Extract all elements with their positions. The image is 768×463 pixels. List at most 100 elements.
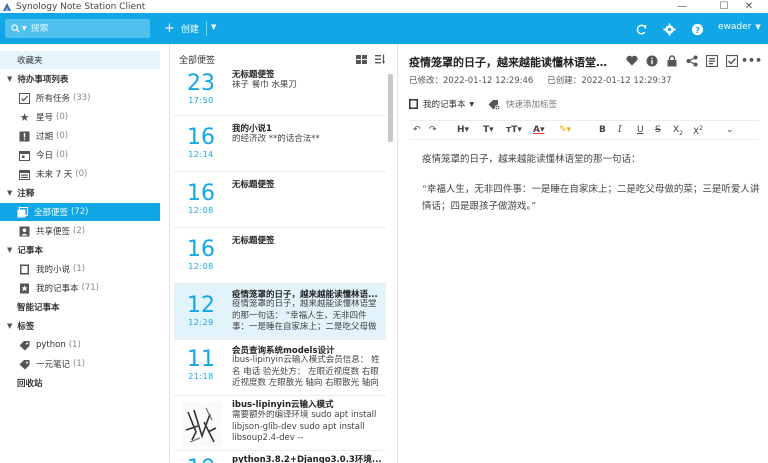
superscript-icon[interactable]: X2 bbox=[693, 125, 703, 137]
checkbox-icon bbox=[19, 92, 30, 104]
note-date: 16 12:08 bbox=[174, 182, 228, 216]
note-body-paragraph: 疫情笼罩的日子，越来越能读懂林语堂的那一句话： bbox=[422, 154, 641, 165]
note-list-item[interactable]: 16 12:14 我的小说1 的经济改 **的话合法** bbox=[174, 116, 386, 172]
nav-trash[interactable]: 回收站 bbox=[0, 374, 170, 392]
quick-add-tag[interactable]: 快速添加标签 bbox=[488, 98, 557, 110]
help-icon[interactable]: ? bbox=[690, 22, 704, 36]
collapse-triangle-icon: ▼ bbox=[7, 189, 13, 197]
nav-section-todo-label: 待办事项列表 bbox=[17, 75, 69, 85]
notebook-selector[interactable]: 我的记事本 ▼ bbox=[409, 98, 474, 110]
user-menu[interactable]: ewader ▼ bbox=[718, 22, 761, 32]
more-formatting-icon[interactable]: ⌄ bbox=[726, 125, 734, 135]
nav-section-tags[interactable]: ▼ 标签 bbox=[0, 317, 170, 335]
note-list-scrollbar[interactable] bbox=[388, 74, 393, 142]
nav-all-tasks[interactable]: 所有任务 (33) bbox=[0, 89, 170, 107]
nav-all-notes[interactable]: 全部便签 (72) bbox=[0, 203, 160, 221]
nav-favorites[interactable]: 收藏夹 bbox=[0, 51, 160, 69]
nav-tag-python[interactable]: python (1) bbox=[0, 336, 170, 354]
note-date: 11 21:18 bbox=[174, 347, 228, 382]
nav-shared-notes-count: (2) bbox=[73, 226, 86, 236]
nav-notebook-novel[interactable]: 我的小说 (1) bbox=[0, 260, 170, 278]
nav-tag-yiyuan-count: (1) bbox=[73, 359, 86, 369]
note-list-item[interactable]: ibus-lipinyin云输入模式 需要额外的编译环境 sudo apt in… bbox=[174, 396, 386, 451]
more-options-icon[interactable]: ••• bbox=[741, 54, 762, 67]
nav-smart-notebooks[interactable]: 智能记事本 bbox=[0, 298, 170, 316]
created-label: 已创建： bbox=[547, 76, 582, 86]
nav-notebook-novel-label: 我的小说 bbox=[36, 265, 71, 275]
note-date: 10 bbox=[174, 457, 228, 463]
font-icon[interactable]: T▾ bbox=[483, 125, 494, 135]
strikethrough-icon[interactable]: S bbox=[655, 125, 661, 135]
subscript-icon[interactable]: X2 bbox=[673, 125, 683, 137]
nav-section-notebooks[interactable]: ▼ 记事本 bbox=[0, 241, 170, 259]
nav-section-todo[interactable]: ▼ 待办事项列表 bbox=[0, 70, 170, 88]
window-title: Synology Note Station Client bbox=[16, 1, 146, 12]
notes-stack-icon bbox=[17, 206, 28, 218]
search-box[interactable]: ▼ bbox=[5, 19, 150, 38]
note-list-item[interactable]: 16 12:08 无标题便签 bbox=[174, 172, 386, 228]
bold-icon[interactable]: B bbox=[599, 125, 606, 135]
nav-tag-python-count: (1) bbox=[68, 340, 81, 350]
note-day: 11 bbox=[187, 347, 215, 372]
search-icon bbox=[11, 24, 20, 33]
nav-tag-yiyuan[interactable]: 一元笔记 (1) bbox=[0, 355, 170, 373]
note-list: 全部便签 23 17:50 无标题便签 袜子 餐巾 水果刀 16 12:14 我… bbox=[170, 44, 398, 463]
nav-overdue-label: 过期 bbox=[36, 132, 54, 142]
note-day: 10 bbox=[174, 457, 228, 463]
note-title: 无标题便签 bbox=[232, 180, 275, 190]
note-body[interactable]: 疫情笼罩的日子，越来越能读懂林语堂的那一句话： “幸福人生，无非四件事：一是睡在… bbox=[422, 151, 762, 228]
nav-all-tasks-count: (33) bbox=[73, 93, 91, 103]
heading-icon[interactable]: H▾ bbox=[457, 125, 469, 135]
favorite-heart-icon[interactable] bbox=[625, 54, 638, 67]
nav-section-notes-label: 注释 bbox=[17, 189, 35, 199]
nav-today[interactable]: 今日 (0) bbox=[0, 146, 170, 164]
minimize-button[interactable]: — bbox=[660, 0, 704, 13]
nav-trash-label: 回收站 bbox=[17, 379, 43, 389]
svg-text:?: ? bbox=[695, 24, 700, 34]
nav-smart-notebooks-label: 智能记事本 bbox=[17, 303, 60, 313]
note-list-item[interactable]: 23 17:50 无标题便签 袜子 餐巾 水果刀 bbox=[174, 64, 386, 116]
nav-today-label: 今日 bbox=[36, 151, 54, 161]
font-color-icon[interactable]: A▾ bbox=[533, 125, 544, 135]
nav-section-notebooks-label: 记事本 bbox=[17, 246, 43, 256]
presentation-icon[interactable] bbox=[705, 54, 718, 67]
note-date: 23 17:50 bbox=[174, 72, 228, 106]
italic-icon[interactable]: I bbox=[618, 125, 622, 135]
note-title-field[interactable]: 疫情笼罩的日子，越来越能读懂林语堂的... bbox=[409, 54, 609, 70]
info-icon[interactable] bbox=[645, 54, 658, 67]
font-size-icon[interactable]: ᴛT▾ bbox=[506, 125, 522, 135]
note-list-item[interactable]: 11 21:18 会员查询系统models设计 ibus-lipinyin云输入… bbox=[174, 340, 386, 396]
create-button[interactable]: + 创建 bbox=[164, 19, 199, 38]
note-day: 16 bbox=[187, 125, 215, 150]
nav-notebook-mine[interactable]: 我的记事本 (71) bbox=[0, 279, 170, 297]
note-thumbnail-image bbox=[182, 402, 222, 446]
share-icon[interactable] bbox=[685, 54, 698, 67]
nav-shared-notes[interactable]: 共享便签 (2) bbox=[0, 222, 170, 240]
settings-gear-icon[interactable] bbox=[662, 22, 676, 36]
sync-icon[interactable] bbox=[634, 22, 648, 36]
nav-favorites-label: 收藏夹 bbox=[17, 56, 43, 66]
note-title: 无标题便签 bbox=[232, 70, 275, 80]
nav-notebook-mine-count: (71) bbox=[81, 283, 99, 293]
collapse-triangle-icon: ▼ bbox=[7, 75, 13, 83]
underline-icon[interactable]: U bbox=[637, 125, 644, 135]
note-time: 17:50 bbox=[188, 96, 214, 105]
undo-icon[interactable]: ↶ bbox=[413, 125, 421, 135]
close-button[interactable]: ✕ bbox=[727, 0, 768, 13]
nav-starred[interactable]: ★ 星号 (0) bbox=[0, 108, 170, 126]
highlight-icon[interactable]: ✎▾ bbox=[559, 125, 571, 135]
redo-icon[interactable]: ↷ bbox=[429, 125, 437, 135]
nav-overdue[interactable]: 过期 (0) bbox=[0, 127, 170, 145]
search-dropdown-icon[interactable]: ▼ bbox=[22, 25, 27, 32]
note-time: 12:08 bbox=[188, 262, 214, 271]
nav-next-7-days[interactable]: 未来 7 天 (0) bbox=[0, 165, 170, 183]
note-list-item[interactable]: 10 python3.8.2+Django3.0.3环境... bbox=[174, 451, 386, 463]
lock-icon[interactable] bbox=[665, 54, 678, 67]
task-check-icon[interactable] bbox=[725, 54, 738, 67]
nav-section-notes[interactable]: ▼ 注释 bbox=[0, 184, 170, 202]
create-dropdown-icon[interactable]: ▼ bbox=[211, 23, 216, 31]
search-input[interactable] bbox=[30, 23, 141, 34]
note-list-item-selected[interactable]: 12 12:29 疫情笼罩的日子，越来越能读懂林语... 疫情笼罩的日子，越来越… bbox=[174, 284, 386, 340]
note-snippet: 袜子 餐巾 水果刀 bbox=[232, 80, 297, 90]
note-list-item[interactable]: 16 12:08 无标题便签 bbox=[174, 228, 386, 284]
